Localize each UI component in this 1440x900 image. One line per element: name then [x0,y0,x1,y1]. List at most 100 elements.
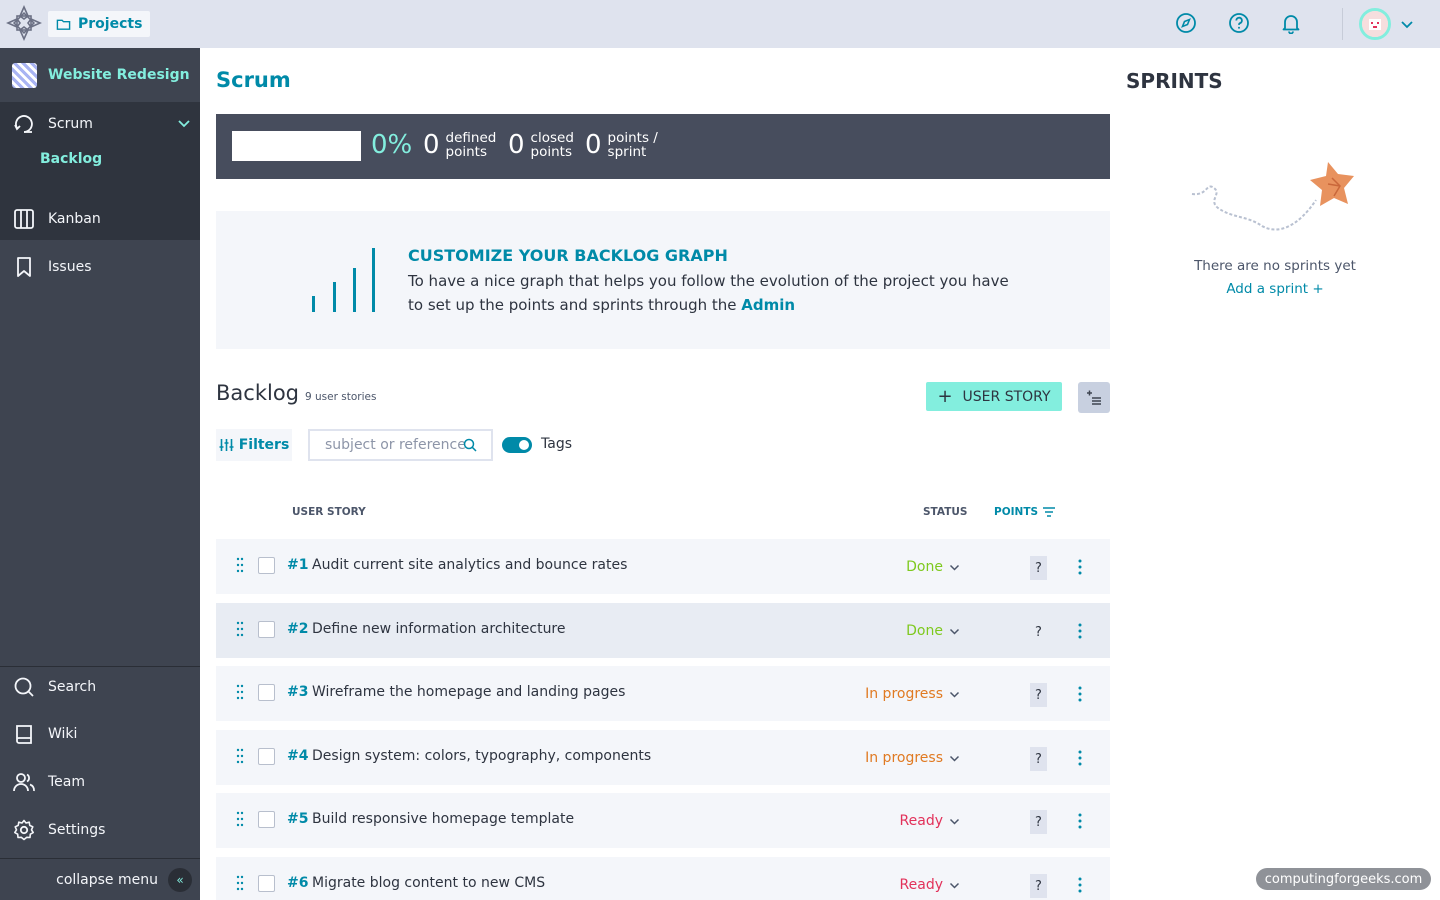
drag-handle-icon[interactable] [236,621,244,637]
row-checkbox[interactable] [258,811,275,828]
stat-label: points [530,144,573,160]
story-ref[interactable]: #1 [287,557,308,573]
project-selector[interactable]: Website Redesign [0,48,200,102]
drag-handle-icon[interactable] [236,557,244,573]
row-checkbox[interactable] [258,621,275,638]
story-ref[interactable]: #3 [287,684,308,700]
points-value[interactable]: ? [1030,747,1047,771]
double-chevron-left-icon[interactable]: « [168,868,192,892]
sidebar-item-team[interactable]: Team [0,762,200,802]
project-image [12,62,37,88]
sidebar: Website Redesign Scrum Backlog Kanban Is… [0,48,200,900]
table-row[interactable]: #5 Build responsive homepage template Re… [216,793,1110,848]
backlog-title: Backlog [216,381,299,405]
story-ref[interactable]: #4 [287,748,308,764]
sidebar-item-scrum[interactable]: Scrum [0,104,200,144]
drag-handle-icon[interactable] [236,684,244,700]
points-value[interactable]: ? [1030,874,1047,898]
story-subject[interactable]: Define new information architecture [312,621,566,637]
add-user-story-button[interactable]: + USER STORY [926,382,1062,411]
status-label: In progress [865,686,943,702]
sidebar-item-label: Issues [48,259,92,275]
column-header-user-story: USER STORY [292,506,366,518]
row-checkbox[interactable] [258,748,275,765]
drag-handle-icon[interactable] [236,811,244,827]
status-dropdown[interactable]: Ready [900,877,960,893]
table-row[interactable]: #6 Migrate blog content to new CMS Ready… [216,857,1110,900]
tags-toggle[interactable] [502,437,532,453]
search-placeholder: subject or reference [325,437,466,453]
story-ref[interactable]: #5 [287,811,308,827]
story-subject[interactable]: Build responsive homepage template [312,811,574,827]
sidebar-item-issues[interactable]: Issues [0,247,200,287]
points-value[interactable]: ? [1030,810,1047,834]
table-row[interactable]: #1 Audit current site analytics and boun… [216,539,1110,594]
story-ref[interactable]: #6 [287,875,308,891]
drag-handle-icon[interactable] [236,748,244,764]
story-subject[interactable]: Wireframe the homepage and landing pages [312,684,625,700]
chevron-down-icon[interactable] [177,116,191,130]
taiga-logo[interactable] [6,5,42,41]
projects-button[interactable]: Projects [48,11,151,37]
more-vertical-icon[interactable] [1078,623,1082,639]
add-user-story-label: USER STORY [962,388,1051,405]
sidebar-item-label: Kanban [48,211,101,227]
story-subject[interactable]: Migrate blog content to new CMS [312,875,545,891]
points-value[interactable]: ? [1030,620,1047,644]
more-vertical-icon[interactable] [1078,877,1082,893]
bell-icon[interactable] [1280,12,1302,34]
top-bar: Projects [0,0,1440,48]
admin-link[interactable]: Admin [741,296,795,314]
status-dropdown[interactable]: Done [906,559,960,575]
sidebar-item-label: Wiki [48,726,78,742]
sidebar-item-backlog[interactable]: Backlog [40,151,102,167]
chevron-down-icon[interactable] [1400,17,1414,31]
story-subject[interactable]: Design system: colors, typography, compo… [312,748,651,764]
filters-label: Filters [238,437,290,453]
status-dropdown[interactable]: Ready [900,813,960,829]
watermark: computingforgeeks.com [1256,868,1431,890]
filters-button[interactable]: Filters [216,429,292,461]
avatar[interactable] [1359,8,1391,40]
add-sprint-link[interactable]: Add a sprint + [1126,281,1424,297]
projects-label: Projects [78,16,143,32]
kanban-icon [14,209,34,229]
sidebar-item-search[interactable]: Search [0,667,200,707]
table-row[interactable]: #4 Design system: colors, typography, co… [216,730,1110,785]
points-value[interactable]: ? [1030,683,1047,707]
status-label: Done [906,559,943,575]
status-dropdown[interactable]: Done [906,623,960,639]
status-dropdown[interactable]: In progress [865,750,960,766]
chevron-down-icon [949,628,960,635]
table-row[interactable]: #2 Define new information architecture D… [216,603,1110,658]
sidebar-item-wiki[interactable]: Wiki [0,714,200,754]
sidebar-item-settings[interactable]: Settings [0,810,200,850]
compass-icon[interactable] [1175,12,1197,34]
more-vertical-icon[interactable] [1078,750,1082,766]
story-subject[interactable]: Audit current site analytics and bounce … [312,557,627,573]
more-vertical-icon[interactable] [1078,813,1082,829]
scrum-icon [14,115,33,133]
sidebar-item-kanban[interactable]: Kanban [0,199,200,239]
stat-label: points [445,144,488,160]
story-ref[interactable]: #2 [287,621,308,637]
row-checkbox[interactable] [258,557,275,574]
chevron-down-icon [949,818,960,825]
drag-handle-icon[interactable] [236,875,244,891]
stat-number: 0 [423,130,440,160]
table-row[interactable]: #3 Wireframe the homepage and landing pa… [216,666,1110,721]
toggle-knob [519,440,529,450]
collapse-menu[interactable]: collapse menu « [0,860,200,900]
search-input[interactable]: subject or reference [308,429,493,461]
more-vertical-icon[interactable] [1078,686,1082,702]
points-value[interactable]: ? [1030,556,1047,580]
row-checkbox[interactable] [258,875,275,892]
tags-label: Tags [541,436,572,452]
filters-icon [219,439,234,451]
status-dropdown[interactable]: In progress [865,686,960,702]
row-checkbox[interactable] [258,684,275,701]
help-icon[interactable] [1228,12,1250,34]
bulk-add-button[interactable] [1078,382,1110,413]
more-vertical-icon[interactable] [1078,559,1082,575]
column-header-points[interactable]: POINTS [994,506,1056,518]
